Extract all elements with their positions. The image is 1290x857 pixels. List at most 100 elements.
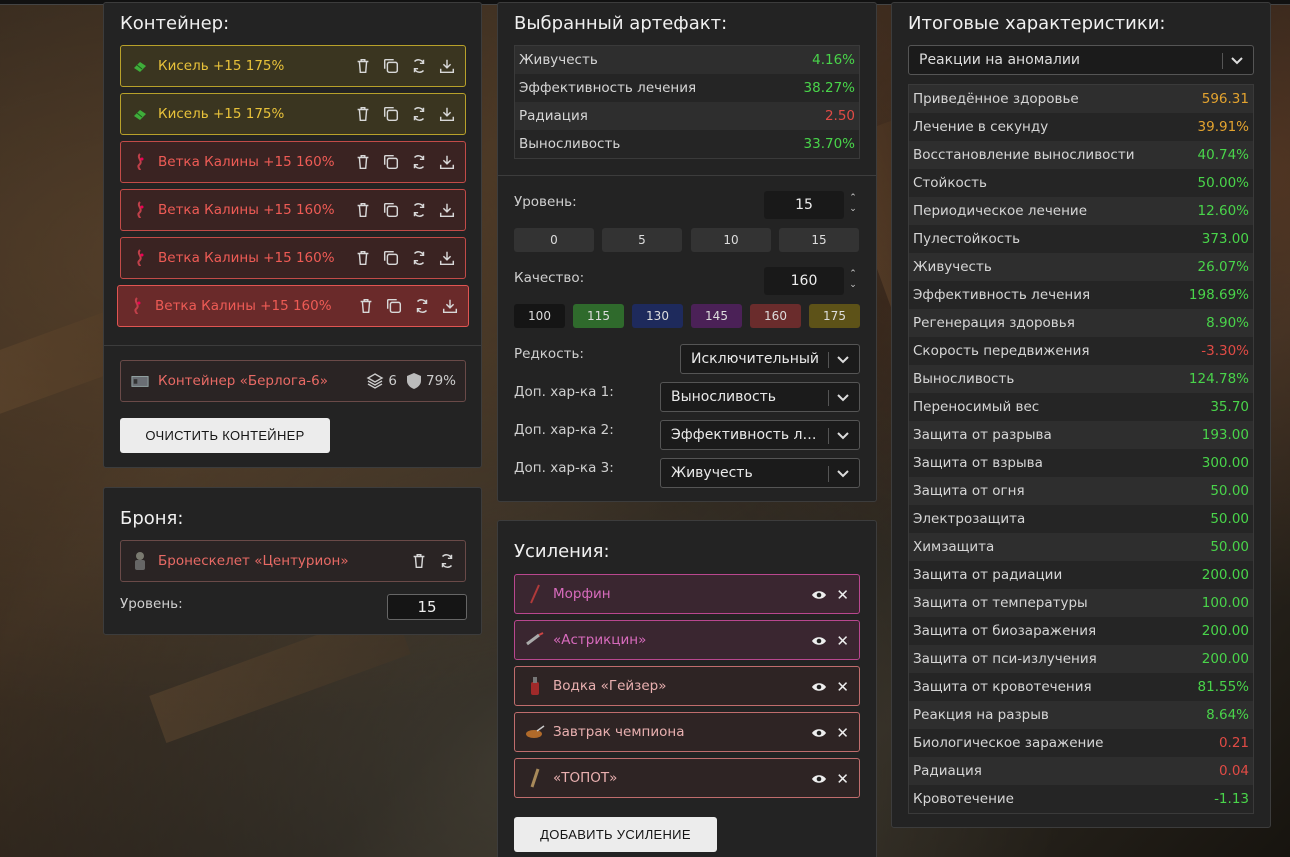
stat-value: 124.78%	[1188, 371, 1249, 387]
swap-icon[interactable]	[409, 248, 429, 268]
swap-icon[interactable]	[409, 56, 429, 76]
trash-icon[interactable]	[353, 248, 373, 268]
rarity-select[interactable]: Исключительный	[680, 344, 860, 374]
boost-item[interactable]: Завтрак чемпиона ✕	[514, 712, 860, 752]
chevron-down-icon	[1229, 52, 1245, 68]
clear-container-button[interactable]: ОЧИСТИТЬ КОНТЕЙНЕР	[120, 418, 330, 453]
copy-icon[interactable]	[381, 200, 401, 220]
stat-row: Лечение в секунду 39.91%	[909, 113, 1253, 141]
trash-icon[interactable]	[353, 200, 373, 220]
container-item[interactable]: Ветка Калины +15 160%	[117, 285, 469, 327]
add-boost-button[interactable]: ДОБАВИТЬ УСИЛЕНИЕ	[514, 817, 717, 852]
download-icon[interactable]	[440, 296, 460, 316]
close-icon[interactable]: ✕	[836, 678, 849, 696]
trash-icon[interactable]	[353, 152, 373, 172]
artifact-divider	[498, 175, 876, 176]
level-preset-button[interactable]: 10	[691, 228, 771, 252]
swap-icon[interactable]	[409, 200, 429, 220]
level-preset-button[interactable]: 5	[602, 228, 682, 252]
container-item-label: Кисель +15 175%	[158, 58, 285, 74]
close-icon[interactable]: ✕	[836, 770, 849, 788]
copy-icon[interactable]	[381, 248, 401, 268]
armor-level-input[interactable]: 15	[387, 594, 467, 620]
swap-icon[interactable]	[437, 551, 457, 571]
container-item[interactable]: Ветка Калины +15 160%	[120, 141, 466, 183]
level-preset-button[interactable]: 15	[779, 228, 859, 252]
copy-icon[interactable]	[381, 152, 401, 172]
boost-item[interactable]: «ТОПОТ» ✕	[514, 758, 860, 798]
stat-row: Биологическое заражение 0.21	[909, 729, 1253, 757]
eye-icon[interactable]	[811, 725, 827, 741]
armor-item[interactable]: Бронескелет «Центурион»	[120, 540, 466, 582]
download-icon[interactable]	[437, 56, 457, 76]
quality-preset-button[interactable]: 175	[809, 304, 860, 328]
extra1-label: Доп. хар-ка 1:	[514, 384, 614, 400]
copy-icon[interactable]	[384, 296, 404, 316]
totals-filter-value: Реакции на аномалии	[919, 52, 1081, 68]
level-preset-button[interactable]: 0	[514, 228, 594, 252]
download-icon[interactable]	[437, 200, 457, 220]
quality-preset-button[interactable]: 160	[750, 304, 801, 328]
container-slots-count: 6	[388, 373, 397, 389]
artifact-level-spinner[interactable]: ⌃ ⌄	[848, 193, 858, 215]
boost-item[interactable]: Водка «Гейзер» ✕	[514, 666, 860, 706]
trash-icon[interactable]	[356, 296, 376, 316]
container-item[interactable]: Ветка Калины +15 160%	[120, 189, 466, 231]
artifact-quality-input[interactable]: 160	[764, 267, 844, 295]
container-item-actions	[356, 296, 460, 316]
boost-label: Морфин	[553, 586, 611, 602]
stat-name: Пулестойкость	[913, 231, 1021, 247]
stat-row: Радиация 2.50	[515, 102, 859, 130]
boost-item[interactable]: «Астрикцин» ✕	[514, 620, 860, 660]
artifact-quality-spinner[interactable]: ⌃ ⌄	[848, 269, 858, 291]
container-item-label: Кисель +15 175%	[158, 106, 285, 122]
container-slot-item[interactable]: Контейнер «Берлога-6» 6 79%	[120, 360, 466, 402]
stat-row: Электрозащита 50.00	[909, 505, 1253, 533]
eye-icon[interactable]	[811, 771, 827, 787]
extra2-select[interactable]: Эффективность ле...	[660, 420, 860, 450]
extra1-select[interactable]: Выносливость	[660, 382, 860, 412]
stat-row: Пулестойкость 373.00	[909, 225, 1253, 253]
eye-icon[interactable]	[811, 633, 827, 649]
quality-preset-button[interactable]: 145	[691, 304, 742, 328]
copy-icon[interactable]	[381, 104, 401, 124]
quality-preset-button[interactable]: 115	[573, 304, 624, 328]
trash-icon[interactable]	[353, 56, 373, 76]
download-icon[interactable]	[437, 152, 457, 172]
swap-icon[interactable]	[412, 296, 432, 316]
download-icon[interactable]	[437, 248, 457, 268]
close-icon[interactable]: ✕	[836, 632, 849, 650]
boost-item[interactable]: Морфин ✕	[514, 574, 860, 614]
container-item[interactable]: Ветка Калины +15 160%	[120, 237, 466, 279]
stat-name: Химзащита	[913, 539, 995, 555]
container-protection-value: 79%	[425, 373, 456, 389]
quality-preset-button[interactable]: 130	[632, 304, 683, 328]
quality-preset-button[interactable]: 100	[514, 304, 565, 328]
stat-row: Выносливость 33.70%	[515, 130, 859, 158]
stat-name: Защита от кровотечения	[913, 679, 1092, 695]
artifact-panel: Выбранный артефакт: Живучесть 4.16% Эффект…	[497, 2, 877, 502]
eye-icon[interactable]	[811, 679, 827, 695]
swap-icon[interactable]	[409, 152, 429, 172]
close-icon[interactable]: ✕	[836, 724, 849, 742]
stat-row: Скорость передвижения -3.30%	[909, 337, 1253, 365]
container-item[interactable]: Кисель +15 175%	[120, 93, 466, 135]
extra3-select[interactable]: Живучесть	[660, 458, 860, 488]
eye-icon[interactable]	[811, 587, 827, 603]
trash-icon[interactable]	[409, 551, 429, 571]
container-divider	[104, 345, 481, 346]
stat-row: Выносливость 124.78%	[909, 365, 1253, 393]
stat-row: Стойкость 50.00%	[909, 169, 1253, 197]
copy-icon[interactable]	[381, 56, 401, 76]
container-item[interactable]: Кисель +15 175%	[120, 45, 466, 87]
close-icon[interactable]: ✕	[836, 586, 849, 604]
stat-row: Защита от биозаражения 200.00	[909, 617, 1253, 645]
swap-icon[interactable]	[409, 104, 429, 124]
stat-row: Защита от взрыва 300.00	[909, 449, 1253, 477]
trash-icon[interactable]	[353, 104, 373, 124]
download-icon[interactable]	[437, 104, 457, 124]
stat-name: Электрозащита	[913, 511, 1026, 527]
extra3-label: Доп. хар-ка 3:	[514, 460, 614, 476]
artifact-level-input[interactable]: 15	[764, 191, 844, 219]
totals-filter-select[interactable]: Реакции на аномалии	[908, 45, 1254, 75]
